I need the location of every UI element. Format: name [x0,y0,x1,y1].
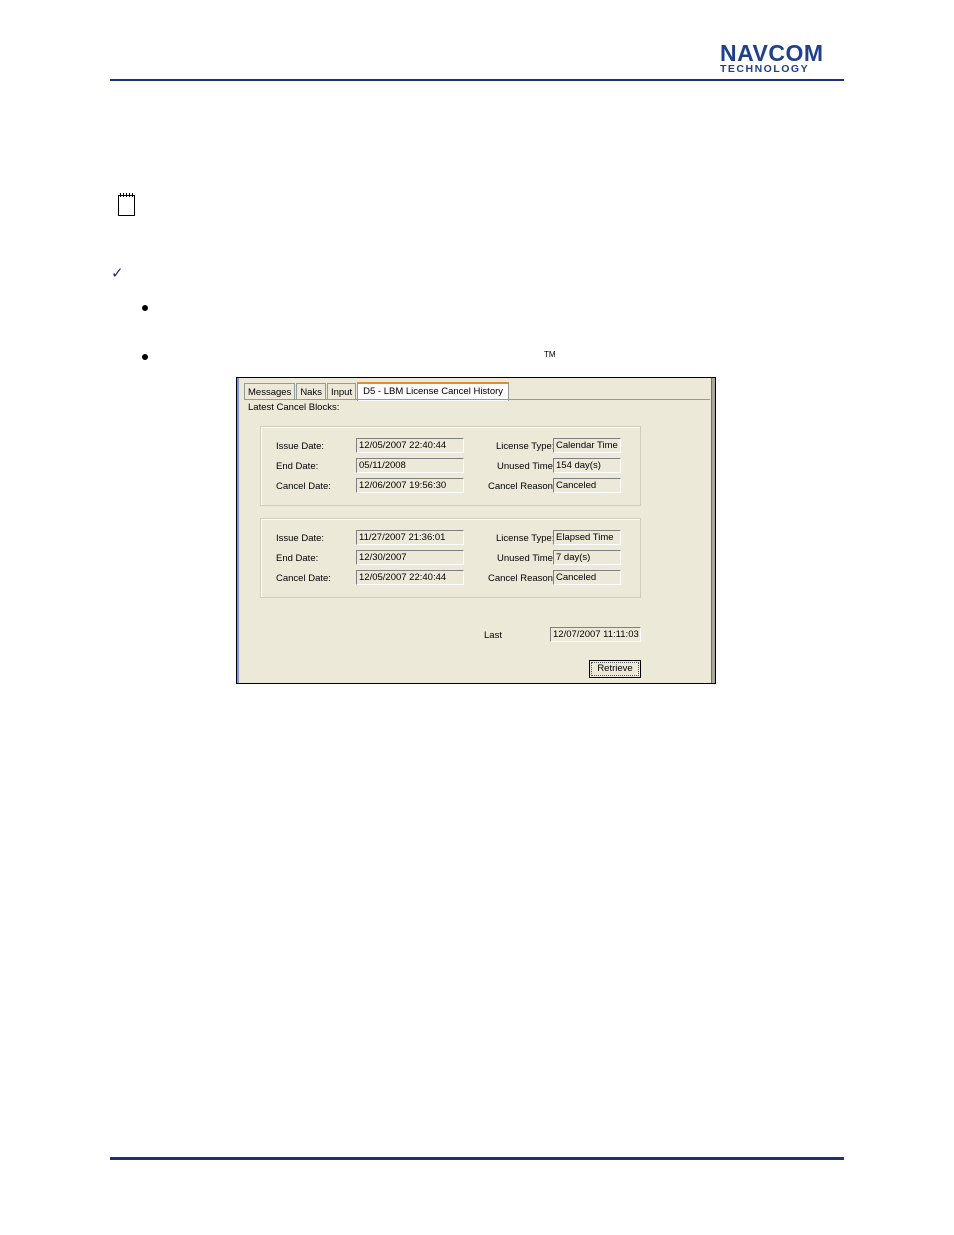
cancel-reason-label: Cancel Reason: [488,573,556,584]
tab-input[interactable]: Input [326,383,357,400]
unused-time-label: Unused Time: [497,461,556,472]
lbm-license-cancel-history-window: Messages Naks Input D5 - LBM License Can… [236,377,716,684]
last-retrieved-field: 12/07/2007 11:11:03 [550,627,641,642]
unused-time-label: Unused Time: [497,553,556,564]
navcom-logo: NAVCOM TECHNOLOGY [720,40,844,75]
issue-date-field: 12/05/2007 22:40:44 [356,438,464,453]
retrieve-button-label: Retrieve [591,662,639,676]
bullet-icon [142,354,148,360]
end-date-field: 12/30/2007 [356,550,464,565]
tab-baseline [244,399,710,400]
retrieve-button[interactable]: Retrieve [589,660,641,678]
unused-time-field: 154 day(s) [553,458,621,473]
last-label: Last [484,630,502,641]
checkmark-icon: ✓ [111,264,124,282]
bullet-icon [142,305,148,311]
footer-rule [110,1157,844,1160]
notepad-icon [117,192,137,218]
end-date-label: End Date: [276,553,319,564]
window-border [237,378,239,683]
header-rule [110,79,844,81]
cancel-reason-label: Cancel Reason: [488,481,556,492]
license-type-label: License Type: [496,441,555,452]
logo-text-top: NAVCOM [720,40,824,66]
tab-strip: Messages Naks Input D5 - LBM License Can… [244,382,510,401]
cancel-date-field: 12/05/2007 22:40:44 [356,570,464,585]
cancel-date-label: Cancel Date: [276,481,331,492]
license-type-field: Elapsed Time [553,530,621,545]
latest-cancel-blocks-heading: Latest Cancel Blocks: [248,402,340,413]
tab-messages[interactable]: Messages [244,383,296,400]
cancel-date-label: Cancel Date: [276,573,331,584]
issue-date-label: Issue Date: [276,441,325,452]
cancel-reason-field: Canceled [553,570,621,585]
unused-time-field: 7 day(s) [553,550,621,565]
issue-date-label: Issue Date: [276,533,325,544]
cancel-block-2: Issue Date: End Date: Cancel Date: 11/27… [260,518,641,598]
cancel-reason-field: Canceled [553,478,621,493]
end-date-label: End Date: [276,461,319,472]
trademark-mark: TM [544,350,556,359]
tab-naks[interactable]: Naks [296,383,326,400]
cancel-date-field: 12/06/2007 19:56:30 [356,478,464,493]
issue-date-field: 11/27/2007 21:36:01 [356,530,464,545]
end-date-field: 05/11/2008 [356,458,464,473]
logo-text-bottom: TECHNOLOGY [720,63,810,75]
license-type-label: License Type: [496,533,555,544]
cancel-block-1: Issue Date: End Date: Cancel Date: 12/05… [260,426,641,506]
vertical-divider [711,378,715,683]
license-type-field: Calendar Time [553,438,621,453]
